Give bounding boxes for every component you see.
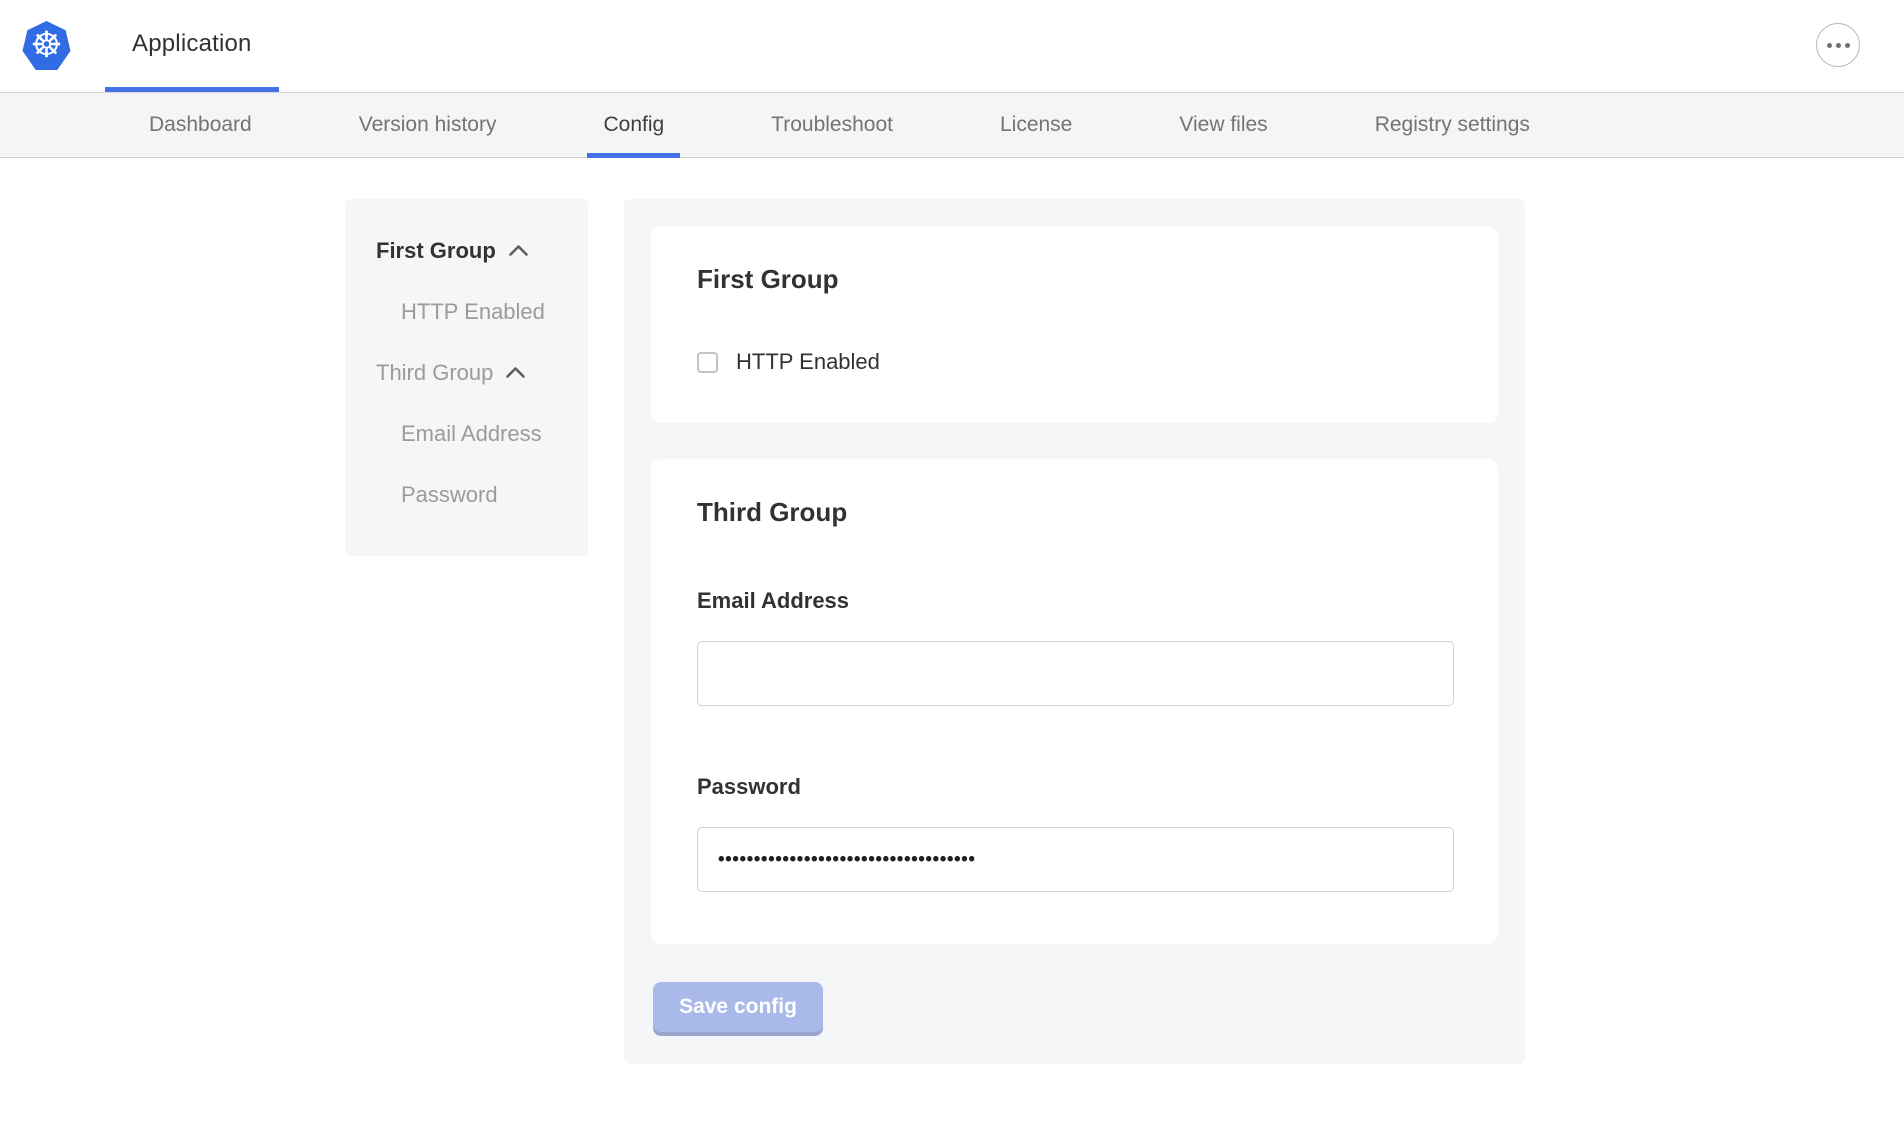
password-input[interactable] bbox=[697, 827, 1454, 892]
overflow-menu-button[interactable] bbox=[1816, 23, 1860, 67]
config-group-nav: First Group HTTP Enabled Third Group Ema… bbox=[345, 199, 588, 556]
ellipsis-icon bbox=[1836, 43, 1841, 48]
nav-item-label: HTTP Enabled bbox=[401, 299, 545, 325]
tab-troubleshoot[interactable]: Troubleshoot bbox=[755, 93, 909, 157]
tab-config[interactable]: Config bbox=[587, 93, 680, 157]
admin-console-page: ☸ Application Dashboard Version history … bbox=[0, 0, 1904, 1122]
nav-item-label: Password bbox=[401, 482, 498, 508]
nav-item-label: Third Group bbox=[376, 360, 493, 386]
kubernetes-logo-icon: ☸ bbox=[22, 21, 71, 70]
chevron-up-icon bbox=[508, 244, 529, 257]
config-group-card-third: Third Group Email Address Password bbox=[651, 459, 1498, 944]
tab-dashboard[interactable]: Dashboard bbox=[133, 93, 268, 157]
application-nav-label: Application bbox=[132, 30, 252, 58]
save-config-button[interactable]: Save config bbox=[653, 982, 823, 1032]
email-address-input[interactable] bbox=[697, 641, 1454, 706]
helm-wheel-icon: ☸ bbox=[30, 27, 62, 63]
password-label: Password bbox=[697, 774, 1452, 800]
nav-item-third-group[interactable]: Third Group bbox=[345, 342, 588, 403]
email-address-label: Email Address bbox=[697, 588, 1452, 614]
app-tab-bar: Dashboard Version history Config Trouble… bbox=[0, 92, 1904, 158]
group-title: Third Group bbox=[697, 497, 1452, 528]
nav-item-email-address[interactable]: Email Address bbox=[345, 403, 588, 464]
tab-license[interactable]: License bbox=[984, 93, 1088, 157]
nav-item-label: Email Address bbox=[401, 421, 542, 447]
http-enabled-field: HTTP Enabled bbox=[697, 349, 1452, 375]
nav-item-password[interactable]: Password bbox=[345, 464, 588, 525]
nav-item-first-group[interactable]: First Group bbox=[345, 220, 588, 281]
config-form-panel: First Group HTTP Enabled Third Group Ema… bbox=[624, 199, 1525, 1064]
tab-version-history[interactable]: Version history bbox=[343, 93, 513, 157]
application-nav-tab[interactable]: Application bbox=[105, 0, 279, 92]
http-enabled-checkbox[interactable] bbox=[697, 352, 718, 373]
group-title: First Group bbox=[697, 264, 1452, 295]
chevron-up-icon bbox=[505, 366, 526, 379]
nav-item-label: First Group bbox=[376, 238, 496, 264]
tab-view-files[interactable]: View files bbox=[1163, 93, 1283, 157]
ellipsis-icon bbox=[1827, 43, 1832, 48]
ellipsis-icon bbox=[1845, 43, 1850, 48]
app-header: ☸ Application bbox=[0, 0, 1904, 92]
http-enabled-label[interactable]: HTTP Enabled bbox=[736, 349, 880, 375]
config-group-card-first: First Group HTTP Enabled bbox=[651, 226, 1498, 423]
tab-registry-settings[interactable]: Registry settings bbox=[1359, 93, 1546, 157]
nav-item-http-enabled[interactable]: HTTP Enabled bbox=[345, 281, 588, 342]
